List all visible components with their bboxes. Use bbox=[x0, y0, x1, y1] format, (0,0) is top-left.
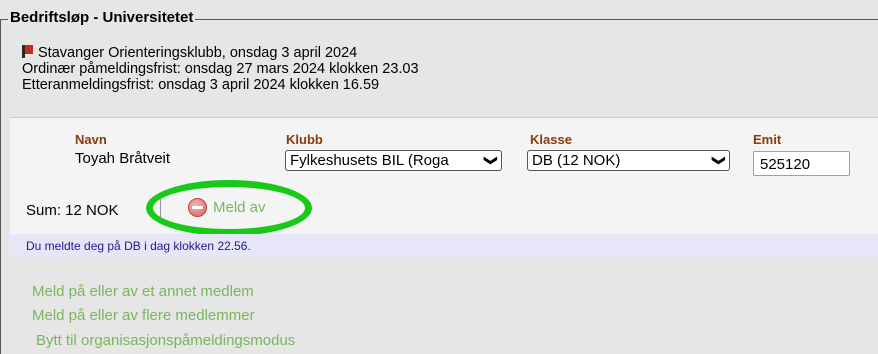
emit-input[interactable]: 525120 bbox=[753, 151, 850, 176]
link-multiple-members[interactable]: Meld på eller av flere medlemmer bbox=[32, 307, 255, 324]
class-select-value: DB (12 NOK) bbox=[532, 152, 621, 169]
event-organizer-line: Stavanger Orienteringsklubb, onsdag 3 ap… bbox=[22, 45, 419, 61]
column-club: Klubb bbox=[286, 132, 323, 147]
chevron-down-icon: ❯ bbox=[484, 155, 500, 166]
club-select[interactable]: Fylkeshusets BIL (Roga ❯ bbox=[285, 150, 502, 171]
late-deadline: Etteranmeldingsfrist: onsdag 3 april 202… bbox=[22, 77, 380, 93]
fieldset-legend: Bedriftsløp - Universitetet bbox=[8, 9, 196, 26]
link-org-mode[interactable]: Bytt til organisasjonspåmeldingsmodus bbox=[36, 332, 295, 349]
participant-name: Toyah Bråtveit bbox=[75, 150, 171, 167]
regular-deadline: Ordinær påmeldingsfrist: onsdag 27 mars … bbox=[22, 61, 419, 77]
entry-panel: Navn Klubb Klasse Emit Toyah Bråtveit Fy… bbox=[10, 117, 878, 236]
event-info: Stavanger Orienteringsklubb, onsdag 3 ap… bbox=[22, 45, 419, 93]
column-class: Klasse bbox=[530, 132, 572, 147]
column-name: Navn bbox=[75, 132, 107, 147]
flag-icon bbox=[22, 45, 34, 58]
column-emit: Emit bbox=[753, 132, 782, 147]
highlight-ellipse bbox=[146, 180, 312, 236]
registration-notice: Du meldte deg på DB i dag klokken 22.56. bbox=[10, 234, 878, 258]
sum-label: Sum: 12 NOK bbox=[26, 202, 119, 219]
chevron-down-icon: ❯ bbox=[712, 155, 728, 166]
event-organizer: Stavanger Orienteringsklubb, onsdag 3 ap… bbox=[38, 45, 358, 61]
link-other-member[interactable]: Meld på eller av et annet medlem bbox=[32, 283, 254, 300]
emit-value: 525120 bbox=[760, 156, 811, 173]
club-select-value: Fylkeshusets BIL (Roga bbox=[290, 152, 449, 169]
class-select[interactable]: DB (12 NOK) ❯ bbox=[527, 150, 730, 171]
